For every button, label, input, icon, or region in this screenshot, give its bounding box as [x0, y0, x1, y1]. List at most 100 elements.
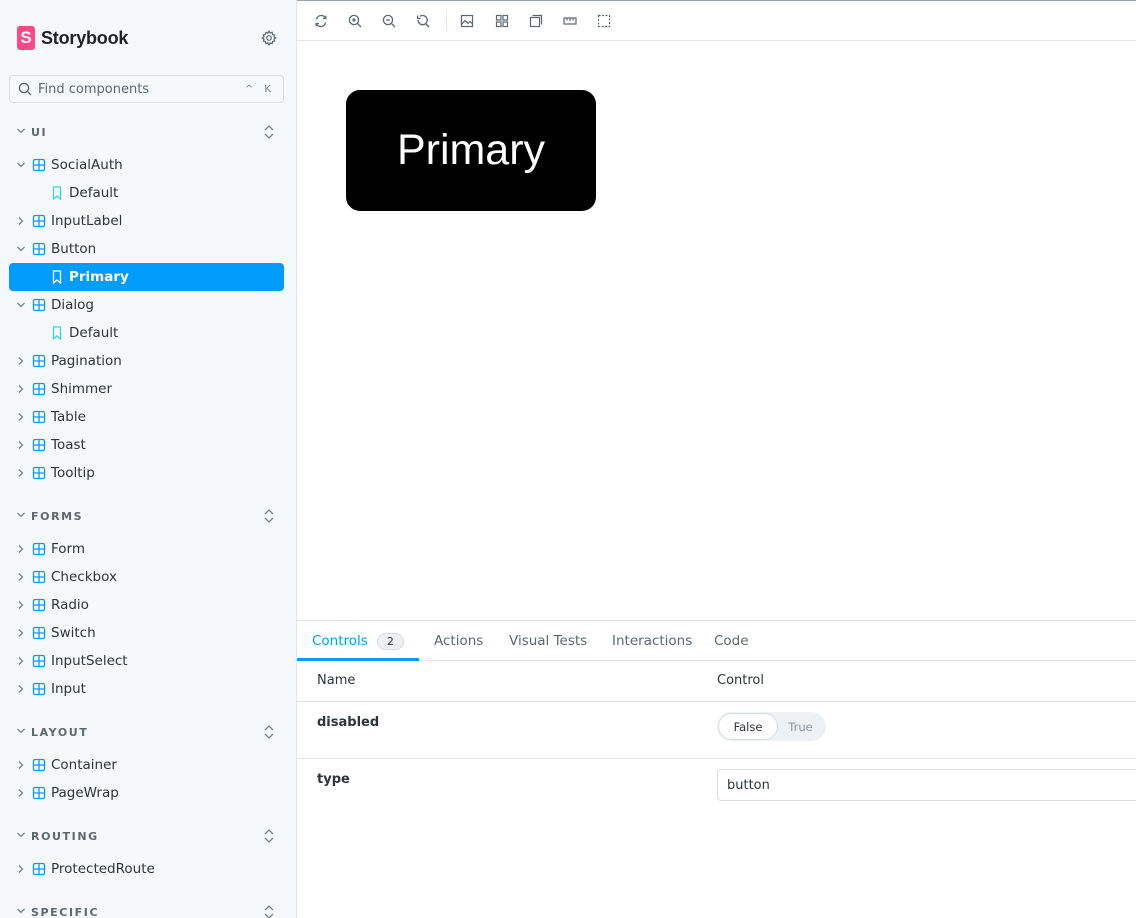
- background-button[interactable]: [457, 11, 477, 31]
- tree-item-label: Default: [69, 185, 119, 201]
- tab-label: Code: [714, 633, 749, 649]
- group-header-routing[interactable]: ROUTING: [0, 824, 296, 848]
- component-item-protectedroute[interactable]: ProtectedRoute: [9, 855, 284, 883]
- component-item-radio[interactable]: Radio: [9, 591, 284, 619]
- storybook-logo[interactable]: S Storybook: [17, 26, 128, 50]
- type-text-input[interactable]: [717, 769, 1136, 801]
- tab-visual-tests[interactable]: Visual Tests: [509, 621, 587, 661]
- zoom-out-button[interactable]: [379, 11, 399, 31]
- component-item-tooltip[interactable]: Tooltip: [9, 459, 284, 487]
- component-item-switch[interactable]: Switch: [9, 619, 284, 647]
- component-item-pagination[interactable]: Pagination: [9, 347, 284, 375]
- component-item-table[interactable]: Table: [9, 403, 284, 431]
- component-item-button[interactable]: Button: [9, 235, 284, 263]
- tree-item-label: Dialog: [51, 297, 94, 313]
- viewport-icon: [597, 14, 611, 28]
- chevron-right-icon: [18, 865, 24, 873]
- outline-button[interactable]: [526, 11, 546, 31]
- expand-collapse-icon[interactable]: [262, 507, 276, 525]
- component-item-inputlabel[interactable]: InputLabel: [9, 207, 284, 235]
- measure-button[interactable]: [560, 11, 580, 31]
- controls-table-header: Name Control: [297, 661, 1136, 702]
- grid-button[interactable]: [492, 11, 512, 31]
- search-box[interactable]: ^ K: [9, 75, 284, 103]
- boolean-toggle[interactable]: False True: [717, 712, 826, 741]
- search-shortcut: ^ K: [244, 83, 275, 95]
- component-item-form[interactable]: Form: [9, 535, 284, 563]
- control-row-type: type: [297, 759, 1136, 819]
- expand-collapse-icon[interactable]: [262, 827, 276, 845]
- grid-icon: [495, 14, 509, 28]
- story-item-default[interactable]: Default: [9, 319, 284, 347]
- chevron-right-icon: [18, 469, 24, 477]
- sidebar: S Storybook ^ K UI SocialAuth Default Input…: [0, 0, 297, 918]
- group-header-forms[interactable]: FORMS: [0, 504, 296, 528]
- expand-collapse-icon[interactable]: [262, 123, 276, 141]
- zoom-in-button[interactable]: [345, 11, 365, 31]
- measure-icon: [563, 17, 577, 25]
- column-control-header: Control: [717, 673, 764, 688]
- component-item-dialog[interactable]: Dialog: [9, 291, 284, 319]
- chevron-right-icon: [18, 761, 24, 769]
- component-icon: [32, 626, 46, 640]
- reload-button[interactable]: [311, 11, 331, 31]
- story-item-default[interactable]: Default: [9, 179, 284, 207]
- expand-collapse-icon[interactable]: [262, 723, 276, 741]
- app-title: Storybook: [41, 27, 129, 48]
- viewport-button[interactable]: [594, 11, 614, 31]
- expand-collapse-icon[interactable]: [262, 903, 276, 918]
- group-label: FORMS: [31, 509, 84, 523]
- control-name: disabled: [317, 715, 380, 730]
- preview-canvas: Primary: [297, 41, 1136, 620]
- chevron-down-icon: [17, 302, 25, 308]
- component-item-socialauth[interactable]: SocialAuth: [9, 151, 284, 179]
- component-item-pagewrap[interactable]: PageWrap: [9, 779, 284, 807]
- chevron-right-icon: [18, 657, 24, 665]
- component-item-toast[interactable]: Toast: [9, 431, 284, 459]
- chevron-right-icon: [18, 629, 24, 637]
- tab-code[interactable]: Code: [714, 621, 749, 661]
- chevron-right-icon: [18, 413, 24, 421]
- component-item-checkbox[interactable]: Checkbox: [9, 563, 284, 591]
- addons-tabs: Controls 2 Actions Visual Tests Interact…: [297, 621, 1136, 661]
- tree-item-label: InputLabel: [51, 213, 123, 229]
- component-icon: [32, 786, 46, 800]
- component-icon: [32, 758, 46, 772]
- component-item-container[interactable]: Container: [9, 751, 284, 779]
- toggle-false-option[interactable]: False: [719, 714, 777, 739]
- group-header-ui[interactable]: UI: [0, 120, 296, 144]
- tab-label: Controls: [312, 633, 368, 649]
- primary-preview-button[interactable]: Primary: [346, 90, 596, 211]
- addons-panel: Controls 2 Actions Visual Tests Interact…: [297, 620, 1136, 918]
- tree-item-label: Container: [51, 757, 117, 773]
- component-icon: [32, 158, 46, 172]
- search-input[interactable]: [38, 81, 245, 97]
- settings-button[interactable]: [259, 28, 279, 48]
- component-item-shimmer[interactable]: Shimmer: [9, 375, 284, 403]
- component-icon: [32, 542, 46, 556]
- tab-controls[interactable]: Controls 2: [312, 621, 404, 661]
- toolbar-divider: [446, 11, 447, 31]
- chevron-down-icon: [17, 908, 25, 914]
- search-icon: [18, 82, 32, 96]
- preview-toolbar: [297, 1, 1136, 41]
- tab-actions[interactable]: Actions: [434, 621, 483, 661]
- toggle-true-option[interactable]: True: [777, 714, 824, 739]
- tree-item-label: Toast: [51, 437, 86, 453]
- tab-interactions[interactable]: Interactions: [612, 621, 692, 661]
- component-item-input[interactable]: Input: [9, 675, 284, 703]
- storybook-logo-icon: S: [17, 26, 35, 50]
- component-item-inputselect[interactable]: InputSelect: [9, 647, 284, 675]
- tree-item-label: PageWrap: [51, 785, 119, 801]
- group-header-specific[interactable]: SPECIFIC: [0, 900, 296, 918]
- group-header-layout[interactable]: LAYOUT: [0, 720, 296, 744]
- chevron-down-icon: [17, 162, 25, 168]
- control-name: type: [317, 772, 350, 787]
- story-item-primary[interactable]: Primary: [9, 263, 284, 291]
- chevron-right-icon: [18, 601, 24, 609]
- chevron-down-icon: [17, 128, 25, 134]
- tab-label: Actions: [434, 633, 484, 649]
- tree-item-label: InputSelect: [51, 653, 128, 669]
- tree-item-label: Button: [51, 241, 97, 257]
- zoom-reset-button[interactable]: [413, 11, 433, 31]
